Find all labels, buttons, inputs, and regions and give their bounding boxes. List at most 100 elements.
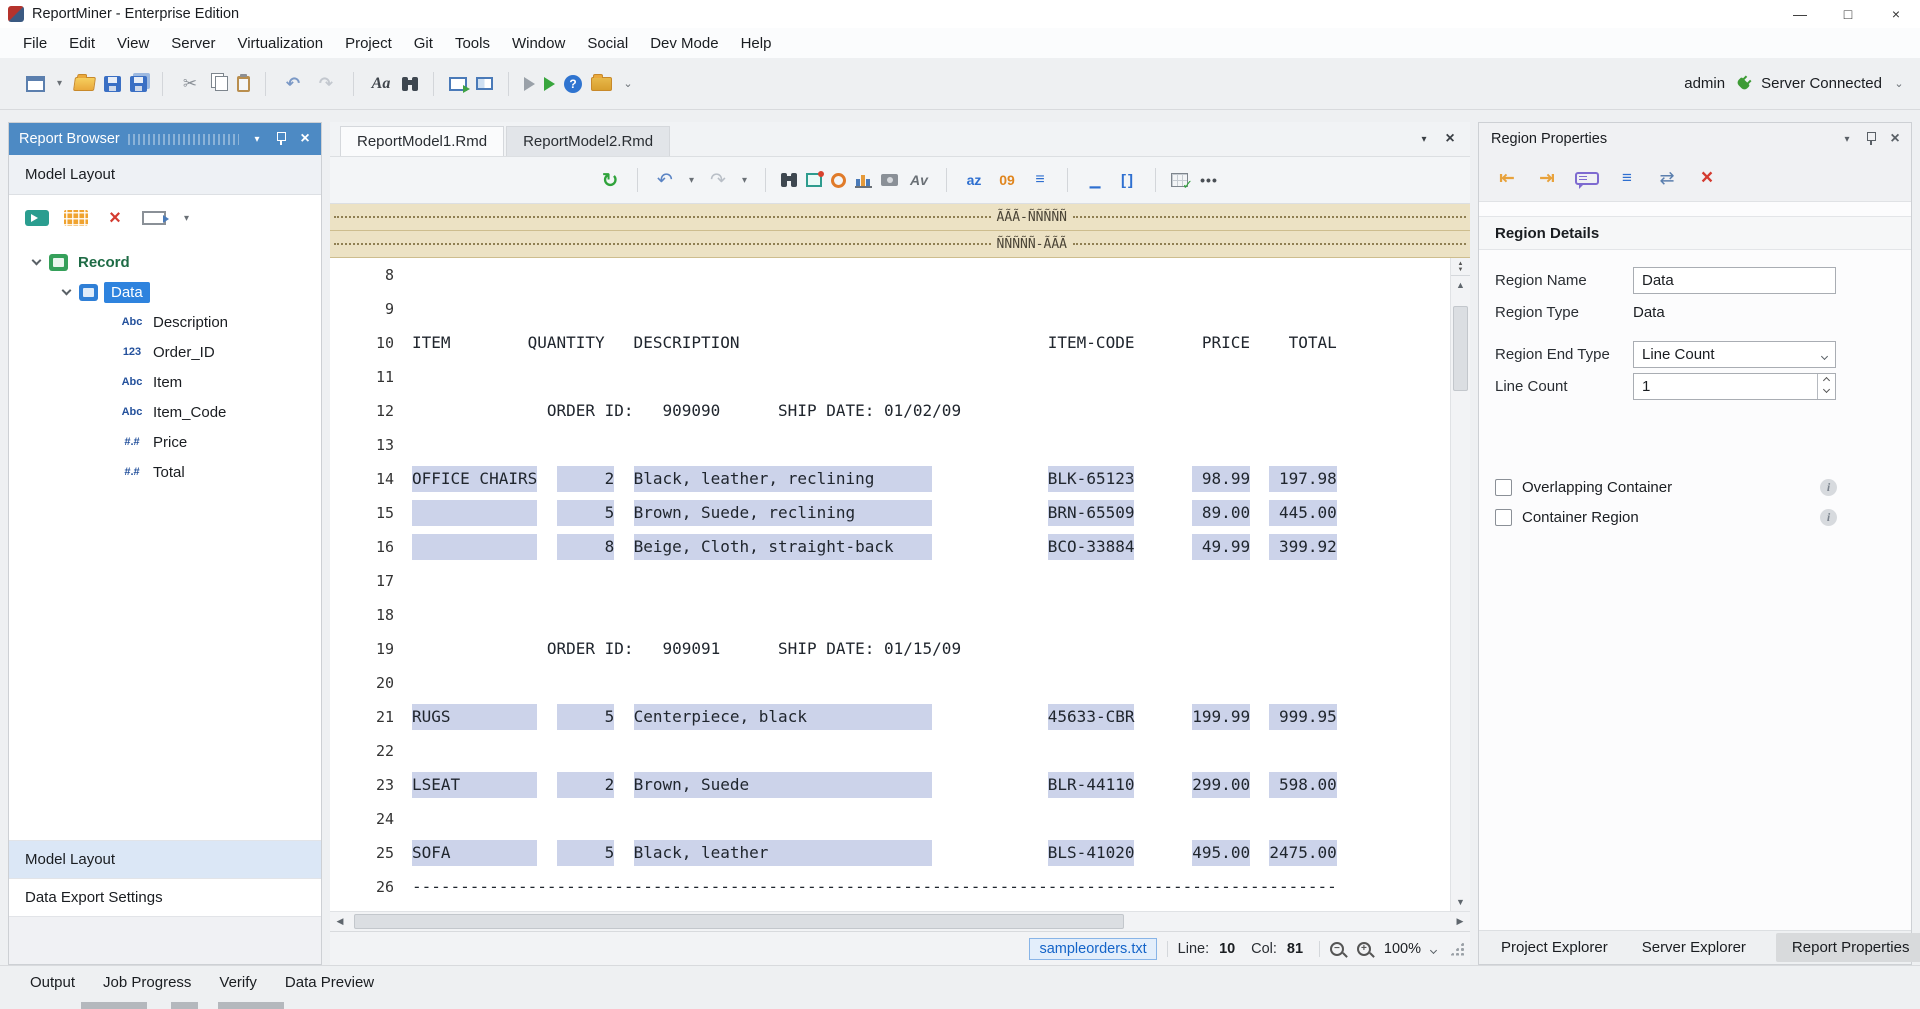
data-field-highlight[interactable]: 45633-CBR [1048,704,1135,730]
editor-line[interactable]: 19 ORDER ID: 909091 SHIP DATE: 01/15/09 [330,632,1450,666]
data-field-highlight[interactable]: 5 [557,500,615,526]
toolbar-separator[interactable] [1155,168,1156,192]
data-field-highlight[interactable]: BLK-65123 [1048,466,1135,492]
copy-icon[interactable] [215,76,228,91]
tree-item-item-code[interactable]: Abc Item_Code [9,397,321,427]
pin-panel-icon[interactable] [1861,129,1881,149]
close-panel-icon[interactable]: × [1885,129,1905,149]
editor-line[interactable]: 20 [330,666,1450,700]
tree-item-price[interactable]: #.# Price [9,427,321,457]
field-statistics-icon[interactable] [855,173,872,188]
toolbar-separator[interactable] [946,168,947,192]
zoom-out-icon[interactable]: − [1330,942,1344,956]
refresh-icon[interactable]: ↻ [598,167,622,193]
underline-region-icon[interactable]: ▁ [1083,167,1107,193]
menu-project[interactable]: Project [334,30,403,56]
tab-server-explorer[interactable]: Server Explorer [1638,933,1750,962]
brackets-icon[interactable]: [] [1116,167,1140,193]
comment-icon[interactable] [1575,172,1599,185]
tree-item-data[interactable]: Data [9,277,321,307]
editor-line[interactable]: 10ITEM QUANTITY DESCRIPTION ITEM-CODE PR… [330,326,1450,360]
expander-icon[interactable] [29,255,43,269]
menu-social[interactable]: Social [576,30,639,56]
horizontal-scroll-track[interactable] [350,912,1450,931]
scroll-down-icon[interactable]: ▼ [1451,893,1470,911]
more-options-icon[interactable]: ••• [1197,167,1221,193]
tab-reportmodel2[interactable]: ReportModel2.Rmd [506,126,670,156]
data-field-highlight[interactable]: 5 [557,704,615,730]
data-field-highlight[interactable]: 8 [557,534,615,560]
region-list-icon[interactable]: ≡ [1615,165,1639,191]
delete-node-icon[interactable]: × [103,205,127,231]
undo-icon[interactable]: ↶ [653,167,677,193]
sort-alpha-icon[interactable]: az [962,167,986,193]
editor-line[interactable]: 18 [330,598,1450,632]
swap-region-icon[interactable]: ⇄ [1655,165,1679,191]
menu-virtualization[interactable]: Virtualization [226,30,334,56]
editor-code[interactable]: 8 910ITEM QUANTITY DESCRIPTION ITEM-CODE … [330,258,1450,911]
toolbar-separator[interactable] [637,168,638,192]
data-field-highlight[interactable]: 2475.00 [1269,840,1336,866]
data-field-highlight[interactable]: 2 [557,466,615,492]
cut-icon[interactable]: ✂ [178,71,202,97]
editor-line[interactable]: 14OFFICE CHAIRS 2 Black, leather, reclin… [330,462,1450,496]
menu-view[interactable]: View [106,30,160,56]
container-region-checkbox[interactable] [1495,509,1512,526]
expander-icon[interactable] [59,285,73,299]
save-icon[interactable] [104,76,121,92]
line-count-stepper[interactable]: 1 [1633,373,1836,400]
pin-panel-icon[interactable] [271,129,291,149]
data-field-highlight[interactable]: 199.99 [1192,704,1250,730]
current-file-chip[interactable]: sampleorders.txt [1029,938,1156,960]
editor-line[interactable]: 26--------------------------------------… [330,870,1450,904]
data-field-highlight[interactable]: BLS-41020 [1048,840,1135,866]
add-field-icon[interactable] [64,210,88,226]
menu-git[interactable]: Git [403,30,444,56]
tree-item-total[interactable]: #.# Total [9,457,321,487]
toolbar-separator[interactable] [162,72,163,96]
toolbar-separator[interactable] [1067,168,1068,192]
preview-table-icon[interactable] [1171,173,1188,187]
next-region-icon[interactable]: ⇥ [1535,165,1559,191]
redo-icon[interactable]: ↷ [314,71,338,97]
split-view-handle[interactable] [1451,258,1470,276]
maximize-button[interactable]: □ [1824,0,1872,28]
recent-files-folder-icon[interactable] [591,77,612,91]
toolbar-separator[interactable] [433,72,434,96]
panel-options-caret-icon[interactable]: ▾ [247,129,267,149]
data-field-highlight[interactable]: 89.00 [1192,500,1250,526]
find-icon[interactable] [781,173,797,187]
menu-server[interactable]: Server [160,30,226,56]
data-field-highlight[interactable]: 399.92 [1269,534,1336,560]
data-field-highlight[interactable]: 197.98 [1269,466,1336,492]
create-region-icon[interactable] [806,173,822,187]
delete-region-icon[interactable]: × [1695,165,1719,191]
undo-caret-icon[interactable]: ▾ [686,167,697,193]
region-end-type-select[interactable]: Line Count [1633,341,1836,368]
toolbar-options-caret-icon[interactable]: ⌄ [1892,71,1906,97]
overlapping-container-checkbox[interactable] [1495,479,1512,496]
toolbar-overflow-caret-icon[interactable]: ⌄ [621,71,635,97]
tree-item-record[interactable]: Record [9,247,321,277]
export-layout-icon[interactable] [142,211,166,225]
editor-line[interactable]: 22 [330,734,1450,768]
minimize-button[interactable]: — [1776,0,1824,28]
pattern-row-2[interactable]: ÑÑÑÑÑ-ÃÃÃ [330,231,1470,258]
close-document-icon[interactable]: × [1440,129,1460,149]
font-style-icon[interactable]: Av [907,167,931,193]
editor-line[interactable]: 9 [330,292,1450,326]
data-field-highlight[interactable]: BLR-44110 [1048,772,1135,798]
export-model-icon[interactable] [449,77,467,91]
resize-grip[interactable] [1450,942,1464,956]
menu-file[interactable]: File [12,30,58,56]
tree-item-item[interactable]: Abc Item [9,367,321,397]
data-field-highlight[interactable]: 445.00 [1269,500,1336,526]
editor-line[interactable]: 25SOFA 5 Black, leather BLS-41020 495.00… [330,836,1450,870]
paste-icon[interactable] [237,76,250,92]
editor-line[interactable]: 12 ORDER ID: 909090 SHIP DATE: 01/02/09 [330,394,1450,428]
menu-window[interactable]: Window [501,30,576,56]
toolbar-separator[interactable] [508,72,509,96]
data-field-highlight[interactable]: Beige, Cloth, straight-back [634,534,933,560]
toolbar-separator[interactable] [265,72,266,96]
step-up-icon[interactable] [1818,374,1835,387]
